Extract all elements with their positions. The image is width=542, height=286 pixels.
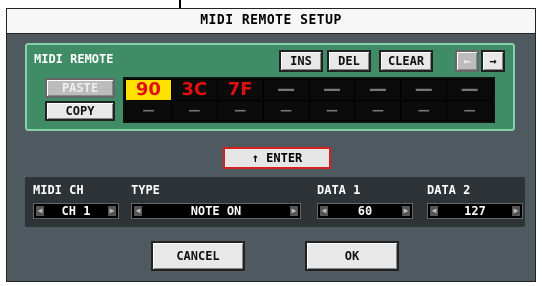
byte-cell[interactable]: — <box>126 100 171 120</box>
enter-button[interactable]: ↑ ENTER <box>223 147 331 169</box>
arrow-left-icon[interactable]: ◀ <box>134 206 142 216</box>
prev-arrow-button[interactable]: ← <box>455 50 479 72</box>
midi-ch-spinner[interactable]: ◀ CH 1 ▶ <box>33 203 119 219</box>
arrow-right-icon[interactable]: ▶ <box>402 206 410 216</box>
byte-cell[interactable]: — <box>217 100 263 120</box>
cancel-button[interactable]: CANCEL <box>151 241 245 271</box>
copy-button[interactable]: COPY <box>45 101 115 121</box>
window-title: MIDI REMOTE SETUP <box>7 9 535 34</box>
midi-remote-setup-window: MIDI REMOTE SETUP MIDI REMOTE INS DEL CL… <box>6 8 536 282</box>
arrow-right-icon[interactable]: ▶ <box>512 206 520 216</box>
midi-remote-panel: MIDI REMOTE INS DEL CLEAR ← → PASTE COPY… <box>25 43 515 131</box>
byte-cell[interactable]: — <box>355 100 401 120</box>
data1-label: DATA 1 <box>317 183 361 197</box>
byte-cell[interactable]: 3C <box>171 80 217 100</box>
byte-cell[interactable]: 90 <box>126 80 171 100</box>
data1-spinner[interactable]: ◀ 60 ▶ <box>317 203 413 219</box>
byte-cell[interactable]: — <box>355 80 401 100</box>
byte-cell[interactable]: — <box>309 80 355 100</box>
type-label: TYPE <box>131 183 160 197</box>
byte-cell[interactable]: 7F <box>217 80 263 100</box>
byte-cell[interactable]: — <box>171 100 217 120</box>
paste-button[interactable]: PASTE <box>45 78 115 98</box>
del-button[interactable]: DEL <box>327 50 371 72</box>
arrow-left-icon[interactable]: ◀ <box>320 206 328 216</box>
next-arrow-button[interactable]: → <box>481 50 505 72</box>
parameter-panel: MIDI CH ◀ CH 1 ▶ TYPE ◀ NOTE ON ▶ DATA 1… <box>25 177 525 227</box>
byte-cell[interactable]: — <box>263 100 309 120</box>
data2-value: 127 <box>464 204 486 218</box>
midi-remote-label: MIDI REMOTE <box>34 52 114 66</box>
clear-button[interactable]: CLEAR <box>379 50 433 72</box>
arrow-left-icon[interactable]: ◀ <box>430 206 438 216</box>
data2-label: DATA 2 <box>427 183 471 197</box>
byte-cell[interactable]: — <box>309 100 355 120</box>
data1-value: 60 <box>357 204 373 218</box>
midi-ch-label: MIDI CH <box>33 183 84 197</box>
ok-button[interactable]: OK <box>305 241 399 271</box>
byte-cell[interactable]: — <box>447 100 492 120</box>
type-spinner[interactable]: ◀ NOTE ON ▶ <box>131 203 301 219</box>
byte-cell[interactable]: — <box>401 100 447 120</box>
ins-button[interactable]: INS <box>279 50 323 72</box>
arrow-right-icon[interactable]: ▶ <box>290 206 298 216</box>
arrow-left-icon[interactable]: ◀ <box>36 206 44 216</box>
byte-cell[interactable]: — <box>447 80 492 100</box>
data2-spinner[interactable]: ◀ 127 ▶ <box>427 203 523 219</box>
byte-cell[interactable]: — <box>263 80 309 100</box>
type-value: NOTE ON <box>190 204 242 218</box>
midi-byte-grid: 90 3C 7F — — — — — — — — — — — — — <box>123 77 495 123</box>
arrow-right-icon[interactable]: ▶ <box>108 206 116 216</box>
byte-cell[interactable]: — <box>401 80 447 100</box>
midi-ch-value: CH 1 <box>61 204 91 218</box>
